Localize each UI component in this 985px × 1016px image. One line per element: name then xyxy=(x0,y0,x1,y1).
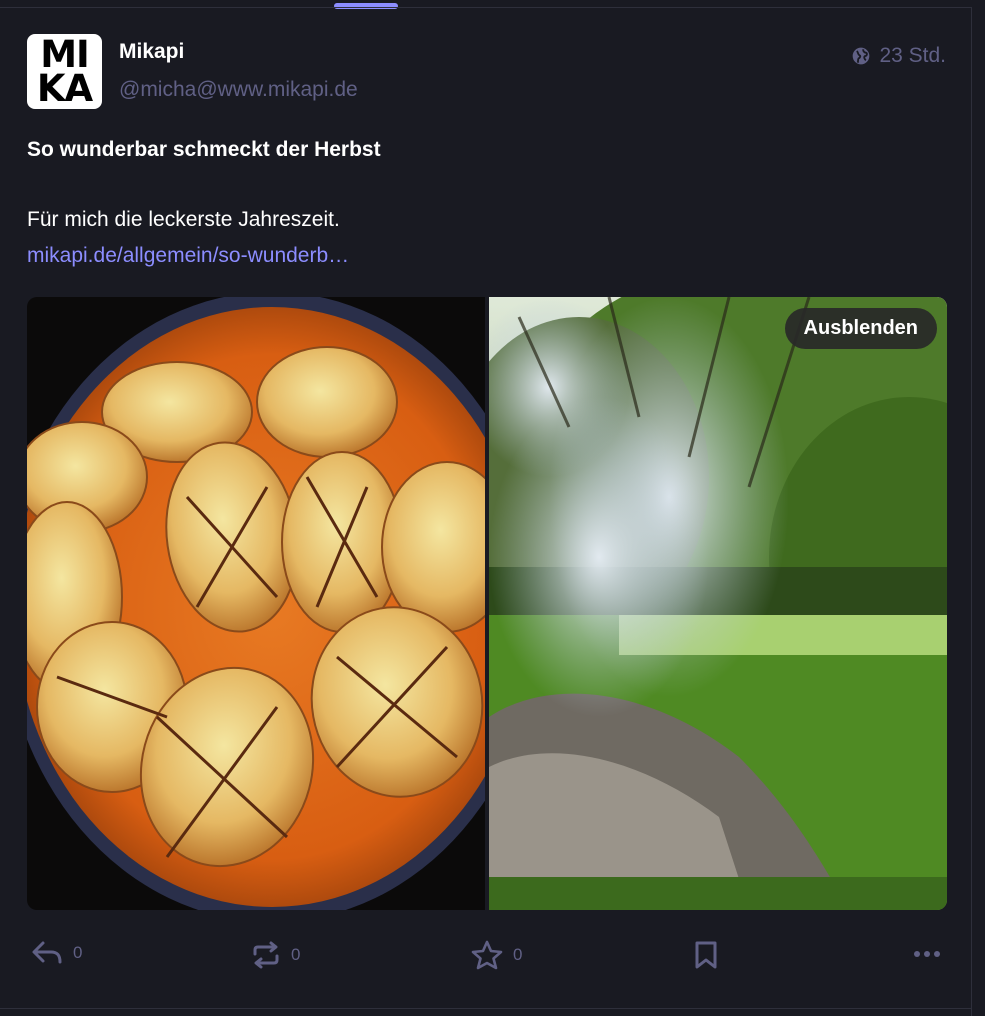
divider xyxy=(0,1008,972,1009)
globe-icon xyxy=(851,46,871,66)
action-bar: 0 0 0 xyxy=(27,934,947,978)
reply-count: 0 xyxy=(73,943,83,962)
reply-icon xyxy=(31,940,63,966)
favourite-count: 0 xyxy=(513,945,523,964)
reply-button[interactable]: 0 xyxy=(31,940,82,966)
post-title: So wunderbar schmeckt der Herbst xyxy=(27,138,381,161)
post-content: So wunderbar schmeckt der Herbst Für mic… xyxy=(27,132,947,274)
star-icon xyxy=(471,940,503,970)
favourite-button[interactable]: 0 xyxy=(471,940,522,970)
post-link[interactable]: mikapi.de/allgemein/so-wunderb… xyxy=(27,238,947,274)
bookmark-button[interactable] xyxy=(693,940,719,970)
timestamp-label: 23 Std. xyxy=(879,44,946,67)
avatar[interactable]: MI KA xyxy=(27,34,102,109)
forest-smoke-photo[interactable]: Ausblenden xyxy=(489,297,947,910)
avatar-text: KA xyxy=(36,67,93,110)
stuffed-cabbage-photo[interactable] xyxy=(27,297,485,910)
boost-button[interactable]: 0 xyxy=(251,940,300,970)
bookmark-icon xyxy=(693,940,719,970)
status-post[interactable]: MI KA Mikapi @micha@www.mikapi.de 23 Std… xyxy=(0,8,971,1008)
more-button[interactable] xyxy=(913,940,941,968)
post-body: Für mich die leckerste Jahreszeit. xyxy=(27,208,340,231)
divider xyxy=(971,7,972,1016)
account-handle[interactable]: @micha@www.mikapi.de xyxy=(119,78,358,102)
boost-icon xyxy=(251,940,281,970)
boost-count: 0 xyxy=(291,945,301,964)
post-timestamp[interactable]: 23 Std. xyxy=(851,44,946,68)
media-gallery: Ausblenden xyxy=(27,297,947,910)
hide-media-button[interactable]: Ausblenden xyxy=(784,308,937,349)
more-icon xyxy=(913,940,941,968)
display-name[interactable]: Mikapi xyxy=(119,40,184,64)
